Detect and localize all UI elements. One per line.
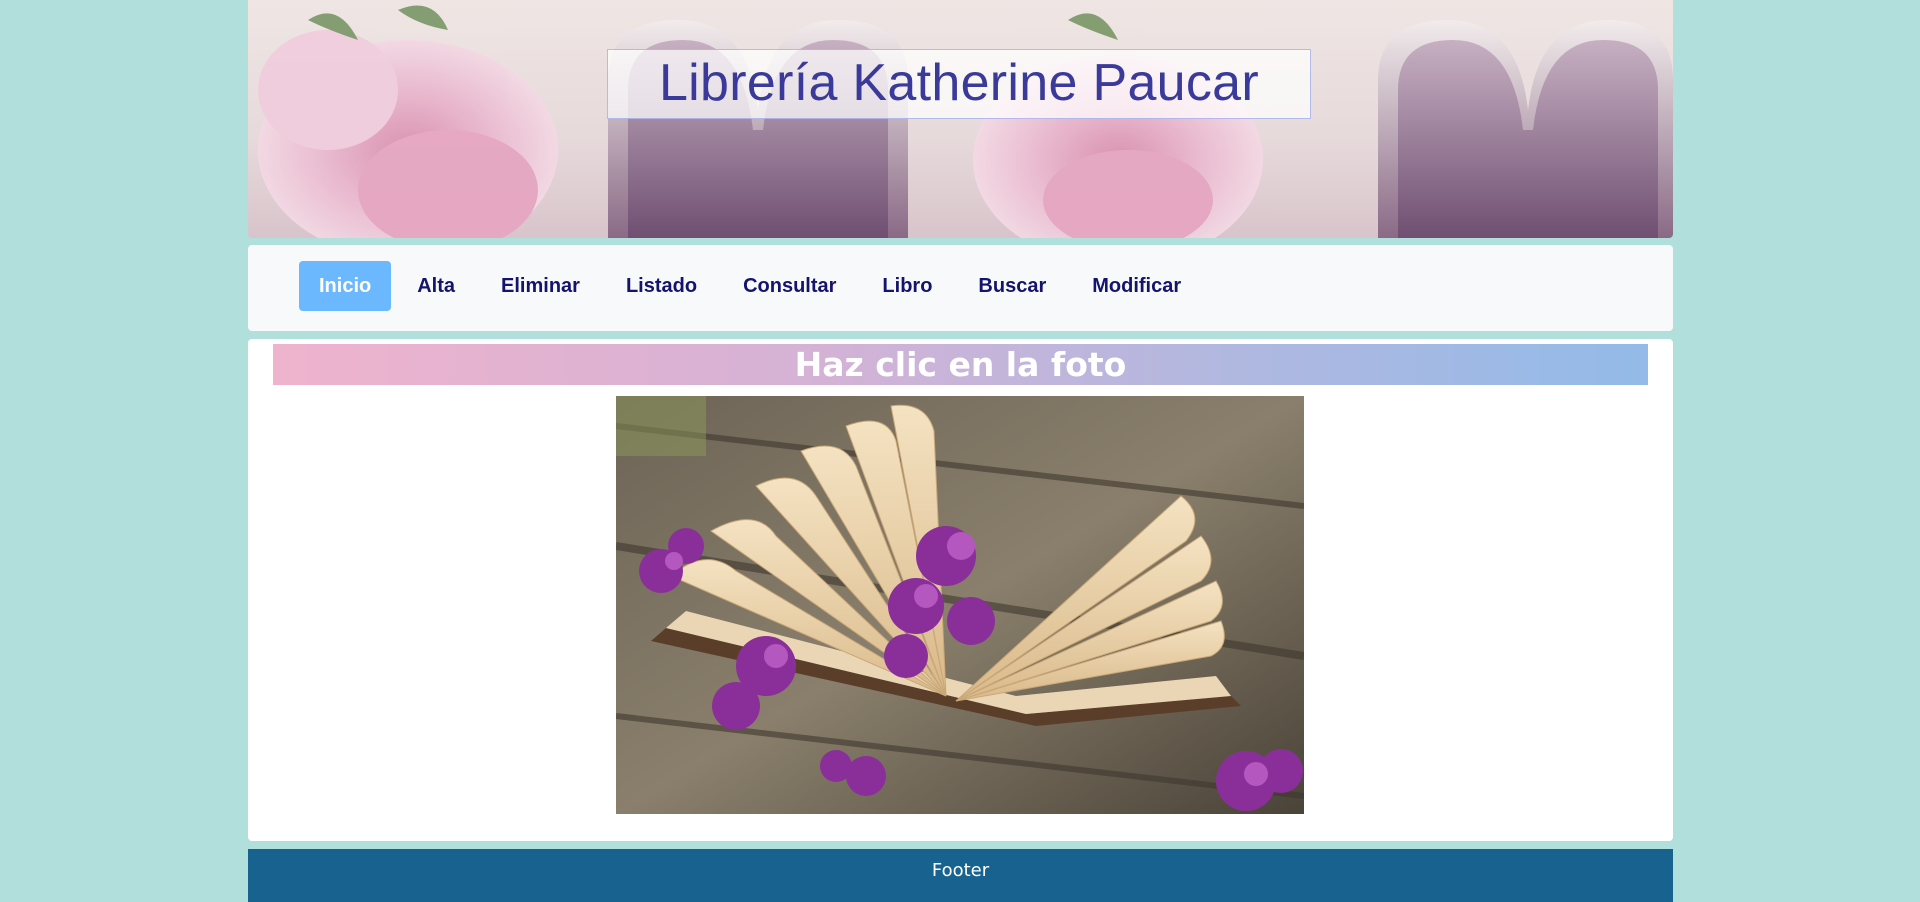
banner-image (258, 5, 1673, 238)
page-container: Librería Katherine Paucar Inicio Alta El… (248, 0, 1673, 902)
footer-text: Footer (931, 860, 990, 881)
book-photo-link[interactable] (616, 396, 1304, 814)
photo-heading-bar: Haz clic en la foto (273, 344, 1648, 385)
nav-item-consultar[interactable]: Consultar (723, 261, 856, 311)
nav-item-modificar[interactable]: Modificar (1072, 261, 1201, 311)
footer: Footer (248, 849, 1673, 902)
nav-item-libro[interactable]: Libro (862, 261, 952, 311)
nav-item-eliminar[interactable]: Eliminar (481, 261, 600, 311)
title-box: Librería Katherine Paucar (607, 49, 1311, 119)
photo-heading: Haz clic en la foto (794, 345, 1127, 384)
book-photo (616, 396, 1304, 814)
nav-item-alta[interactable]: Alta (397, 261, 475, 311)
nav-item-inicio[interactable]: Inicio (299, 261, 392, 311)
site-title: Librería Katherine Paucar (658, 54, 1260, 112)
nav-item-listado[interactable]: Listado (606, 261, 717, 311)
main-navbar: Inicio Alta Eliminar Listado Consultar L… (248, 245, 1673, 331)
nav-item-buscar[interactable]: Buscar (958, 261, 1066, 311)
nav-list: Inicio Alta Eliminar Listado Consultar L… (299, 261, 1207, 311)
main-content: Haz clic en la foto (248, 339, 1673, 841)
header-banner: Librería Katherine Paucar (248, 0, 1673, 238)
